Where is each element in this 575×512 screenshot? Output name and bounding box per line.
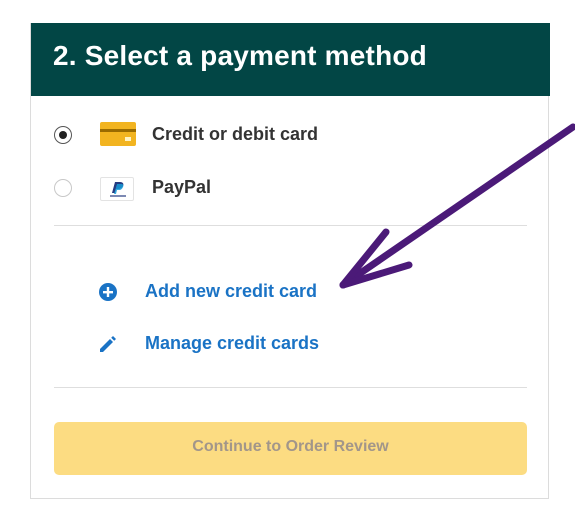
manage-credit-cards-label[interactable]: Manage credit cards [145,333,319,354]
divider [54,387,527,388]
plus-circle-icon [97,281,119,303]
radio-button-unselected[interactable] [54,179,72,197]
continue-to-order-review-button[interactable]: Continue to Order Review [54,422,527,475]
section-title: 2. Select a payment method [53,40,427,71]
payment-option-card[interactable]: Credit or debit card [31,116,550,156]
radio-button-selected[interactable] [54,126,72,144]
add-credit-card-link[interactable]: Add new credit card [31,277,550,307]
credit-card-icon [100,122,136,146]
pencil-icon [97,333,119,355]
paypal-icon [100,177,134,201]
payment-option-paypal[interactable]: PayPal [31,169,550,209]
section-header: 2. Select a payment method [31,23,550,96]
payment-option-label: Credit or debit card [152,124,319,144]
payment-option-label: PayPal [152,177,212,197]
divider [54,225,527,226]
payment-method-panel: 2. Select a payment method Credit or deb… [30,23,550,499]
manage-credit-cards-link[interactable]: Manage credit cards [31,329,550,359]
continue-button-label: Continue to Order Review [192,438,389,455]
add-credit-card-label[interactable]: Add new credit card [145,281,317,302]
